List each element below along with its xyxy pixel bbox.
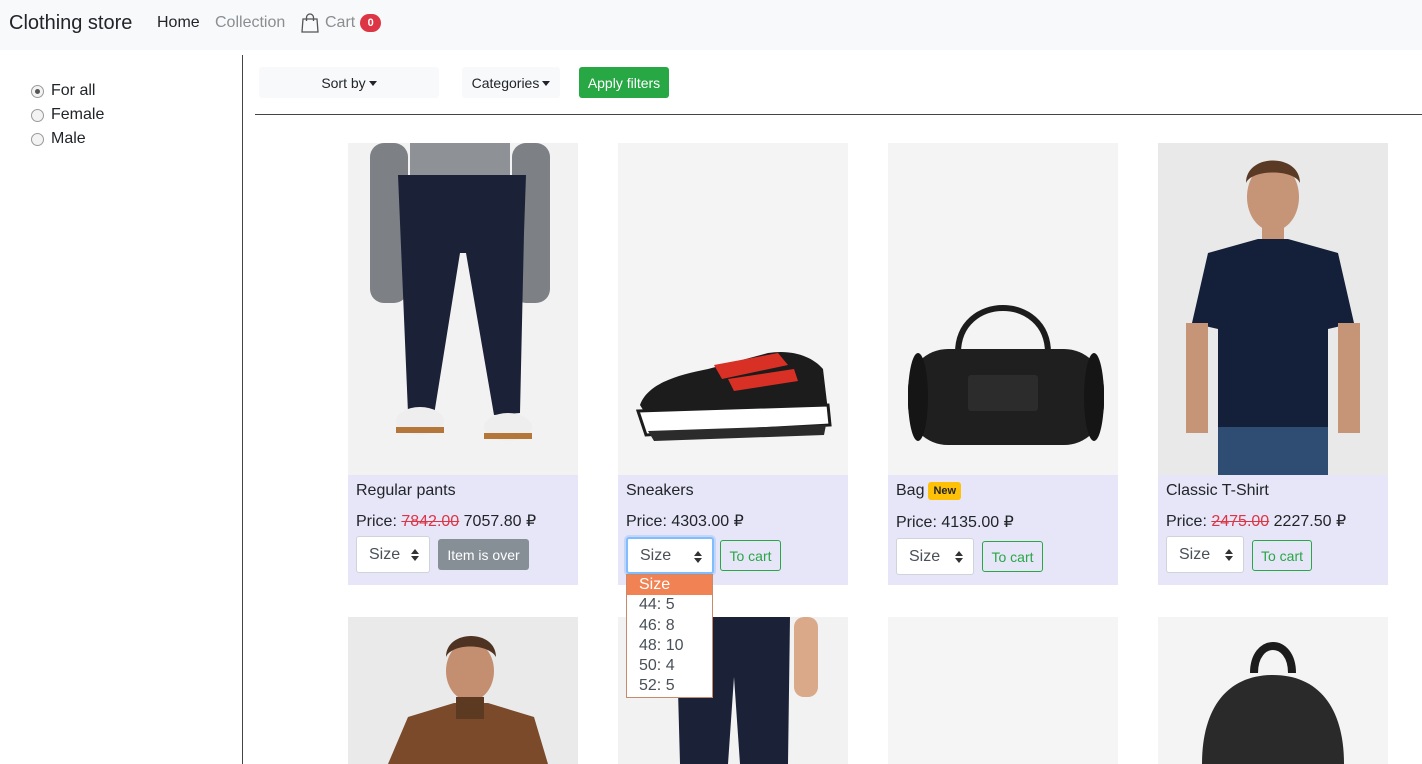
- size-option[interactable]: 44: 5: [627, 595, 712, 615]
- current-price: 7057.80 ₽: [463, 513, 537, 530]
- product-card: Regular pants Price: 7842.00 7057.80 ₽ S…: [348, 143, 578, 585]
- product-title-text: Bag: [896, 482, 925, 499]
- sneakers-image: [618, 143, 848, 475]
- product-image-bag[interactable]: [888, 143, 1118, 475]
- size-option[interactable]: 46: 8: [627, 616, 712, 636]
- cart-label: Cart: [325, 14, 356, 31]
- brand-logo[interactable]: Clothing store: [9, 12, 132, 35]
- price-label: Price:: [356, 513, 397, 530]
- product-image-sneakers[interactable]: [618, 143, 848, 475]
- pants-image: [348, 143, 578, 475]
- to-cart-button[interactable]: To cart: [982, 541, 1043, 572]
- size-option[interactable]: 50: 4: [627, 656, 712, 676]
- nav-collection-link[interactable]: Collection: [215, 14, 285, 32]
- old-price: 7842.00: [401, 513, 460, 530]
- caret-down-icon: [368, 80, 377, 86]
- backpack-image: [1158, 617, 1388, 764]
- size-select[interactable]: Size: [626, 537, 714, 574]
- product-price: Price: 4135.00 ₽: [896, 512, 1014, 532]
- product-image-pants[interactable]: [348, 143, 578, 475]
- product-price: Price: 4303.00 ₽: [626, 511, 744, 531]
- size-select-value: Size: [640, 546, 672, 564]
- filter-sidebar: For all Female Male: [0, 50, 243, 764]
- product-image-jacket[interactable]: [348, 617, 578, 764]
- size-select[interactable]: Size: [896, 538, 974, 575]
- radio-button[interactable]: [31, 108, 44, 122]
- product-card-body: Classic T-Shirt Price: 2475.00 2227.50 ₽…: [1158, 475, 1388, 585]
- radio-label: Male: [51, 130, 86, 147]
- price-label: Price:: [896, 514, 937, 531]
- size-select-value: Size: [1179, 545, 1211, 563]
- size-select-value: Size: [909, 547, 941, 565]
- cart-count-badge: 0: [360, 14, 382, 32]
- radio-label: Female: [51, 106, 105, 123]
- select-arrows-icon: [411, 549, 419, 561]
- product-image-backpack[interactable]: [1158, 617, 1388, 764]
- radio-label: For all: [51, 82, 96, 99]
- size-option[interactable]: 48: 10: [627, 636, 712, 656]
- size-select[interactable]: Size: [1166, 536, 1244, 573]
- select-arrows-icon: [694, 551, 702, 563]
- product-card-body: Regular pants Price: 7842.00 7057.80 ₽ S…: [348, 475, 578, 585]
- categories-dropdown[interactable]: Categories: [462, 67, 560, 98]
- radio-button[interactable]: [31, 132, 44, 146]
- nav-cart-link[interactable]: Cart 0: [301, 13, 382, 33]
- product-title: Sneakers: [626, 482, 694, 499]
- product-image-tshirt[interactable]: [1158, 143, 1388, 475]
- radio-for-all[interactable]: For all: [31, 82, 95, 100]
- size-select-value: Size: [369, 545, 401, 563]
- bag-image: [888, 143, 1118, 475]
- product-card: Bag New Price: 4135.00 ₽ Size To cart: [888, 143, 1118, 585]
- product-price: Price: 7842.00 7057.80 ₽: [356, 511, 536, 531]
- apply-filters-button[interactable]: Apply filters: [579, 67, 669, 98]
- price-label: Price:: [1166, 513, 1207, 530]
- size-select[interactable]: Size: [356, 536, 430, 573]
- select-arrows-icon: [955, 551, 963, 563]
- product-title: Regular pants: [356, 482, 456, 499]
- sort-by-dropdown[interactable]: Sort by: [259, 67, 439, 98]
- nav-home-link[interactable]: Home: [157, 14, 200, 32]
- select-arrows-icon: [1225, 549, 1233, 561]
- price-label: Price:: [626, 513, 667, 530]
- product-card: Classic T-Shirt Price: 2475.00 2227.50 ₽…: [1158, 143, 1388, 585]
- size-dropdown-list: Size 44: 5 46: 8 48: 10 50: 4 52: 5: [626, 574, 713, 698]
- product-title: Classic T-Shirt: [1166, 482, 1269, 499]
- caret-down-icon: [542, 80, 551, 86]
- product-price: Price: 2475.00 2227.50 ₽: [1166, 511, 1346, 531]
- current-price: 4135.00 ₽: [941, 514, 1014, 531]
- sidebar-divider: [242, 55, 243, 764]
- radio-female[interactable]: Female: [31, 106, 104, 124]
- radio-button-checked[interactable]: [31, 84, 44, 98]
- radio-male[interactable]: Male: [31, 130, 86, 148]
- item-is-over-button[interactable]: Item is over: [438, 539, 529, 570]
- current-price: 4303.00 ₽: [671, 513, 744, 530]
- categories-label: Categories: [471, 74, 540, 91]
- product-title: Bag New: [896, 482, 962, 500]
- size-option[interactable]: Size: [627, 575, 712, 596]
- shopping-bag-icon: [301, 13, 319, 33]
- to-cart-button[interactable]: To cart: [720, 540, 781, 571]
- tshirt-image: [1158, 143, 1388, 475]
- new-badge: New: [928, 482, 962, 500]
- product-card-body: Bag New Price: 4135.00 ₽ Size To cart: [888, 475, 1118, 585]
- divider: [255, 114, 1422, 115]
- to-cart-button[interactable]: To cart: [1252, 540, 1312, 571]
- old-price: 2475.00: [1211, 513, 1270, 530]
- sort-by-label: Sort by: [321, 74, 366, 91]
- size-option[interactable]: 52: 5: [627, 676, 712, 696]
- current-price: 2227.50 ₽: [1273, 513, 1347, 530]
- jacket-image: [348, 617, 578, 764]
- product-card: Sneakers Price: 4303.00 ₽ Size To cart: [618, 143, 848, 585]
- product-card-body: Sneakers Price: 4303.00 ₽ Size To cart: [618, 475, 848, 585]
- navbar: Clothing store Home Collection Cart 0: [0, 0, 1422, 50]
- product-image-placeholder[interactable]: [888, 617, 1118, 764]
